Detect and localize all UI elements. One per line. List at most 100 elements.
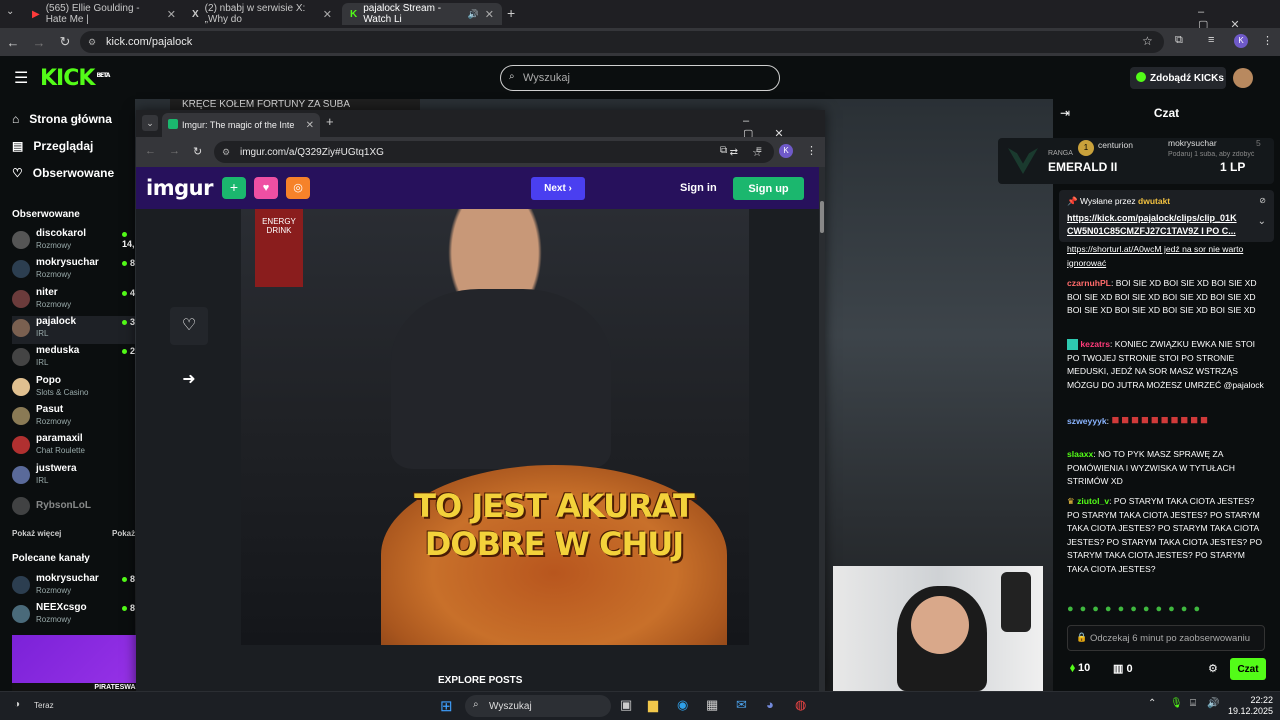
followed-channel-offline[interactable]: RybsonLoL [12, 494, 140, 522]
nav-following[interactable]: ♡ Obserwowane [12, 166, 114, 180]
chat-counter[interactable]: ▥ 0 [1113, 662, 1133, 675]
forward-icon[interactable]: → [169, 145, 180, 157]
close-icon[interactable]: ✕ [167, 8, 176, 21]
game-controller-icon[interactable]: ◎ [286, 177, 310, 199]
file-explorer-icon[interactable]: ▆ [648, 697, 658, 713]
profile-avatar[interactable]: K [1234, 34, 1248, 48]
channel-points[interactable]: ⬧ 10 [1070, 662, 1090, 675]
x-icon: X [192, 8, 199, 20]
browser-tab-active[interactable]: K pajalock Stream - Watch Li 🔊 ✕ [342, 3, 502, 25]
show-more-link[interactable]: Pokaż [112, 529, 135, 538]
imgur-logo[interactable]: imgur [146, 176, 213, 200]
gear-icon[interactable]: ⚙ [1208, 662, 1218, 675]
nav-browse[interactable]: ▤ Przeglądaj [12, 139, 93, 153]
hoodie [391, 289, 611, 469]
volume-icon[interactable]: 🔊 [1207, 698, 1219, 709]
nav-home[interactable]: ⌂ Strona główna [12, 112, 112, 126]
new-tab-icon[interactable]: + [326, 114, 334, 129]
bookmark-star-icon[interactable]: ☆ [1142, 34, 1153, 48]
new-tab-icon[interactable]: + [507, 5, 515, 21]
scrollbar-thumb[interactable] [820, 201, 824, 233]
webcam-overlay [833, 566, 1043, 691]
back-icon[interactable]: ← [145, 145, 156, 157]
followed-channel-active[interactable]: pajalock IRL 3, [12, 316, 140, 344]
chat-input[interactable]: 🔒 Odczekaj 6 minut po zaobserwowaniu [1067, 625, 1265, 651]
sign-in-link[interactable]: Sign in [680, 182, 717, 194]
pinned-link[interactable]: https://kick.com/pajalock/clips/clip_01K… [1067, 212, 1257, 238]
taskbar-widget-label[interactable]: Teraz [34, 701, 54, 710]
reload-icon[interactable]: ↻ [193, 145, 202, 158]
discord-icon[interactable]: ◕ [766, 697, 774, 712]
pinned-message[interactable]: 📌 Wysłane przez dwutakt ⊘ https://kick.c… [1059, 190, 1274, 242]
site-info-icon[interactable]: ⚙ [222, 147, 230, 158]
tab-list-icon[interactable]: ⌄ [6, 6, 14, 17]
imgur-tab[interactable]: Imgur: The magic of the Interne ✕ [162, 113, 320, 137]
weather-icon[interactable]: ◑ [14, 699, 20, 710]
reload-icon[interactable]: ↻ [52, 34, 78, 50]
recommended-channel[interactable]: mokrysuchar Rozmowy 8, [12, 573, 140, 601]
task-view-icon[interactable]: ▣ [620, 697, 632, 713]
menu-icon[interactable]: ⋮ [1262, 34, 1273, 47]
site-info-icon[interactable]: ⚙ [88, 37, 96, 48]
search-input[interactable]: ⌕ Wyszukaj [500, 65, 780, 91]
close-icon[interactable]: ✕ [485, 8, 494, 21]
upload-icon[interactable]: + [222, 177, 246, 199]
media-icon[interactable]: ≡ [756, 145, 762, 156]
translate-icon[interactable]: ⇄ [730, 147, 738, 158]
followed-channel[interactable]: Pasut Rozmowy [12, 404, 140, 432]
chrome-icon[interactable]: ◍ [795, 697, 806, 713]
tab-list-icon[interactable]: ⌄ [142, 115, 158, 131]
store-icon[interactable]: ▦ [706, 697, 718, 713]
media-icon[interactable]: ≡ [1208, 34, 1214, 46]
audio-icon[interactable]: 🔊 [468, 9, 479, 20]
avatar [12, 466, 30, 484]
followed-channel[interactable]: justwera IRL [12, 463, 140, 491]
microphone-icon[interactable]: 🎙 [1170, 698, 1183, 709]
extensions-icon[interactable]: ⧉ [720, 145, 727, 156]
scrollbar[interactable] [819, 167, 825, 691]
back-icon[interactable]: ← [0, 35, 26, 50]
emote-picker-row[interactable]: ●●●●●●●●●●● [1067, 603, 1267, 615]
mail-icon[interactable]: ✉ [736, 697, 747, 713]
taskbar-search[interactable]: ⌕ Wyszukaj [465, 695, 611, 717]
chevron-down-icon[interactable]: ⌄ [1258, 216, 1266, 227]
close-icon[interactable]: ✕ [323, 8, 332, 21]
url-field[interactable]: ⚙ imgur.com/a/Q329Ziy#UGtq1XG ⇄ ☆ [214, 141, 774, 163]
tray-chevron-icon[interactable]: ⌃ [1148, 698, 1156, 709]
menu-icon[interactable]: ⋮ [806, 144, 817, 157]
close-icon[interactable]: ✕ [306, 120, 314, 131]
gifter-name[interactable]: mokrysuchar [1168, 138, 1217, 148]
followed-channel[interactable]: niter Rozmowy 4, [12, 287, 140, 315]
extensions-icon[interactable]: ⧉ [1175, 34, 1183, 47]
followed-channel[interactable]: Popo Slots & Casino [12, 375, 140, 403]
get-kicks-button[interactable]: Zdobądź KICKs [1130, 67, 1226, 89]
network-icon[interactable]: ⌸ [1190, 698, 1196, 709]
browser-tab[interactable]: X (2) nbabj w serwisie X: „Why do ✕ [184, 3, 340, 25]
recommended-channel[interactable]: NEEXcsgo Rozmowy 8, [12, 602, 140, 630]
windows-start-icon[interactable]: ⊞ [440, 697, 453, 715]
send-chat-button[interactable]: Czat [1230, 658, 1266, 680]
clock[interactable]: 22:22 19.12.2025 [1228, 695, 1273, 717]
url-field[interactable]: ⚙ kick.com/pajalock [80, 31, 1164, 53]
next-button[interactable]: Next › [531, 177, 585, 200]
kick-logo[interactable]: KICK BETA [40, 66, 110, 91]
profile-avatar[interactable]: K [779, 144, 793, 158]
browser-tab[interactable]: ▶ (565) Ellie Goulding - Hate Me | ✕ [24, 3, 184, 25]
share-arrow-icon[interactable]: ➜ [170, 361, 208, 399]
followed-channel[interactable]: discokarol Rozmowy 14, [12, 228, 140, 256]
followed-channel[interactable]: mokrysuchar Rozmowy 8, [12, 257, 140, 285]
sign-up-button[interactable]: Sign up [733, 177, 804, 200]
gifter-name[interactable]: centurion [1098, 140, 1133, 150]
edge-icon[interactable]: ◉ [677, 697, 688, 713]
unpin-icon[interactable]: ⊘ [1259, 196, 1266, 205]
meme-image[interactable]: ENERGY DRINK TO JEST AKURAT DOBRE W CHUJ [241, 209, 749, 645]
cat-icon[interactable]: ♥ [254, 177, 278, 199]
show-more-link[interactable]: Pokaż więcej [12, 529, 61, 538]
user-avatar[interactable] [1233, 68, 1253, 88]
hamburger-menu-icon[interactable]: ☰ [14, 68, 28, 88]
pizza: TO JEST AKURAT DOBRE W CHUJ [381, 465, 727, 645]
followed-channel[interactable]: paramaxil Chat Roulette [12, 433, 140, 461]
followed-channel[interactable]: meduska IRL 2, [12, 345, 140, 373]
forward-icon[interactable]: → [26, 35, 52, 50]
heart-icon[interactable]: ♡ [170, 307, 208, 345]
